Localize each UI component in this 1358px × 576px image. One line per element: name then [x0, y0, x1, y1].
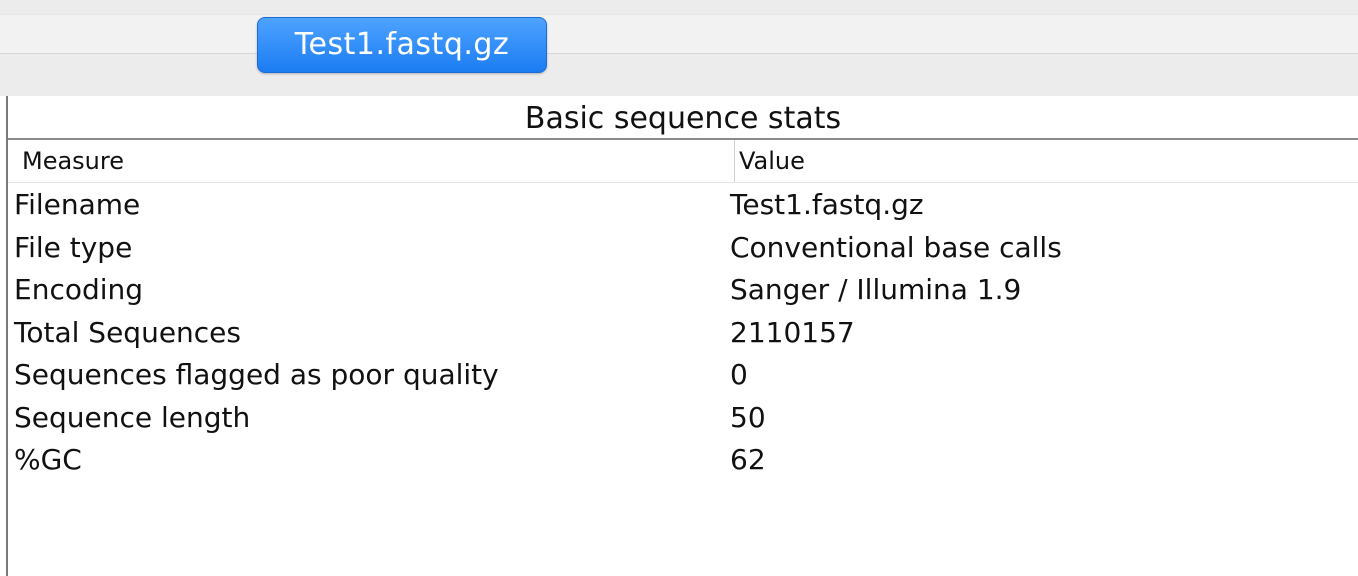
measure-cell: Sequence length [14, 400, 251, 434]
measure-cell: Sequences flagged as poor quality [14, 358, 499, 391]
table-row[interactable]: Filename Test1.fastq.gz [8, 184, 1358, 227]
column-header-measure[interactable]: Measure [22, 140, 124, 182]
measure-cell: Encoding [14, 273, 144, 306]
tab-bar-stripe [0, 14, 1358, 54]
tab-test1-fastq-gz[interactable]: Test1.fastq.gz [257, 17, 547, 73]
table-row[interactable]: File type Conventional base calls [8, 227, 1358, 270]
value-cell: 50 [730, 400, 766, 434]
table-row[interactable]: Sequence length 50 [8, 397, 1358, 440]
value-cell: Test1.fastq.gz [730, 188, 924, 221]
value-cell: Sanger / Illumina 1.9 [730, 273, 1022, 306]
table-row[interactable]: Encoding Sanger / Illumina 1.9 [8, 269, 1358, 312]
value-cell: 0 [730, 358, 748, 391]
measure-cell: File type [14, 230, 133, 264]
basic-sequence-stats-panel: Basic sequence stats Measure Value Filen… [6, 96, 1358, 576]
value-cell: 2110157 [730, 315, 855, 349]
tab-bar: Test1.fastq.gz [0, 0, 1358, 96]
table-row[interactable]: Sequences flagged as poor quality 0 [8, 354, 1358, 397]
measure-cell: %GC [14, 443, 82, 476]
value-cell: Conventional base calls [730, 230, 1062, 264]
table-header: Measure Value [8, 140, 1358, 183]
measure-cell: Filename [14, 188, 141, 221]
value-cell: 62 [730, 443, 766, 476]
measure-cell: Total Sequences [14, 315, 241, 349]
stats-table-body: Filename Test1.fastq.gz File type Conven… [8, 184, 1358, 482]
table-row[interactable]: Total Sequences 2110157 [8, 312, 1358, 355]
column-header-value[interactable]: Value [734, 140, 805, 182]
panel-title: Basic sequence stats [8, 96, 1358, 140]
table-row[interactable]: %GC 62 [8, 439, 1358, 482]
